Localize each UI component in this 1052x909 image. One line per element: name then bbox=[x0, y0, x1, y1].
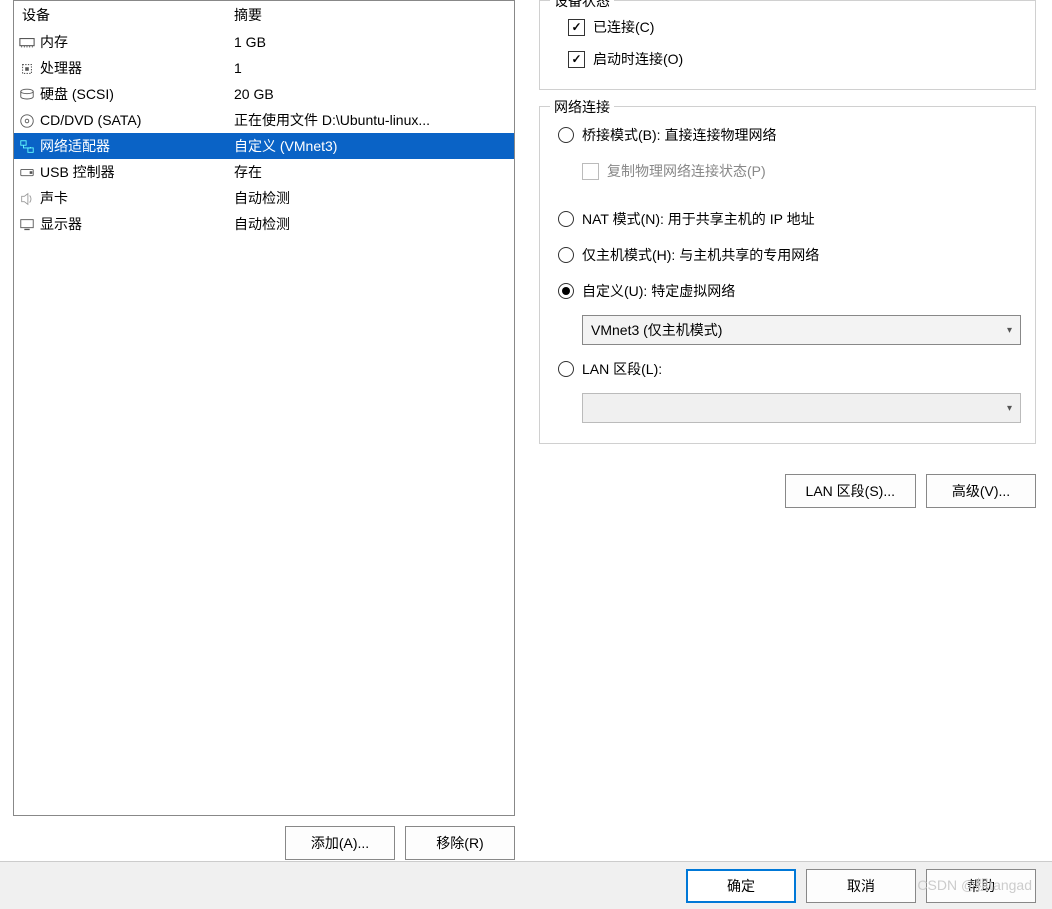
connect-at-power-checkbox[interactable] bbox=[568, 51, 585, 68]
device-row-cd[interactable]: CD/DVD (SATA)正在使用文件 D:\Ubuntu-linux... bbox=[14, 107, 514, 133]
chevron-down-icon: ▾ bbox=[1007, 403, 1012, 414]
device-row-disk[interactable]: 硬盘 (SCSI)20 GB bbox=[14, 81, 514, 107]
replicate-label: 复制物理网络连接状态(P) bbox=[607, 161, 766, 181]
custom-network-value: VMnet3 (仅主机模式) bbox=[591, 320, 722, 340]
device-summary: 20 GB bbox=[234, 86, 514, 102]
network-connection-group: 网络连接 桥接模式(B): 直接连接物理网络 复制物理网络连接状态(P) NAT… bbox=[539, 106, 1036, 444]
device-row-cpu[interactable]: 处理器1 bbox=[14, 55, 514, 81]
device-summary: 自动检测 bbox=[234, 188, 514, 208]
device-row-network[interactable]: 网络适配器自定义 (VMnet3) bbox=[14, 133, 514, 159]
usb-icon bbox=[14, 163, 40, 180]
connect-at-power-row[interactable]: 启动时连接(O) bbox=[554, 43, 1021, 75]
add-button[interactable]: 添加(A)... bbox=[285, 826, 395, 860]
device-name: USB 控制器 bbox=[40, 162, 234, 182]
right-buttons: LAN 区段(S)... 高级(V)... bbox=[539, 460, 1036, 522]
network-icon bbox=[14, 137, 40, 154]
device-summary: 1 GB bbox=[234, 34, 514, 50]
display-icon bbox=[14, 215, 40, 232]
bridged-row[interactable]: 桥接模式(B): 直接连接物理网络 bbox=[554, 117, 1021, 153]
device-list-header: 设备 摘要 bbox=[14, 1, 514, 29]
cancel-button[interactable]: 取消 bbox=[806, 869, 916, 903]
help-button[interactable]: 帮助 bbox=[926, 869, 1036, 903]
connected-checkbox[interactable] bbox=[568, 19, 585, 36]
advanced-button[interactable]: 高级(V)... bbox=[926, 474, 1036, 508]
right-panel: 设备状态 已连接(C) 启动时连接(O) 网络连接 桥接模式(B): 直接连接物… bbox=[515, 0, 1052, 860]
custom-row[interactable]: 自定义(U): 特定虚拟网络 bbox=[554, 273, 1021, 309]
device-name: 处理器 bbox=[40, 58, 234, 78]
cpu-icon bbox=[14, 59, 40, 76]
device-row-display[interactable]: 显示器自动检测 bbox=[14, 211, 514, 237]
lan-segment-label: LAN 区段(L): bbox=[582, 359, 662, 379]
nat-row[interactable]: NAT 模式(N): 用于共享主机的 IP 地址 bbox=[554, 201, 1021, 237]
device-status-group: 设备状态 已连接(C) 启动时连接(O) bbox=[539, 0, 1036, 90]
remove-button[interactable]: 移除(R) bbox=[405, 826, 515, 860]
device-summary: 自动检测 bbox=[234, 214, 514, 234]
ok-button[interactable]: 确定 bbox=[686, 869, 796, 903]
left-panel: 设备 摘要 内存1 GB处理器1硬盘 (SCSI)20 GBCD/DVD (SA… bbox=[0, 0, 515, 860]
lan-segment-select: ▾ bbox=[582, 393, 1021, 423]
device-summary: 正在使用文件 D:\Ubuntu-linux... bbox=[234, 110, 514, 130]
nat-label: NAT 模式(N): 用于共享主机的 IP 地址 bbox=[582, 209, 815, 229]
header-summary: 摘要 bbox=[234, 5, 514, 25]
connected-label: 已连接(C) bbox=[593, 17, 654, 37]
device-name: 网络适配器 bbox=[40, 136, 234, 156]
nat-radio[interactable] bbox=[558, 211, 574, 227]
bottom-bar: 确定 取消 帮助 bbox=[0, 861, 1052, 909]
sound-icon bbox=[14, 189, 40, 206]
hostonly-row[interactable]: 仅主机模式(H): 与主机共享的专用网络 bbox=[554, 237, 1021, 273]
device-summary: 1 bbox=[234, 60, 514, 76]
header-device: 设备 bbox=[14, 5, 234, 25]
hostonly-radio[interactable] bbox=[558, 247, 574, 263]
device-summary: 存在 bbox=[234, 162, 514, 182]
memory-icon bbox=[14, 33, 40, 50]
device-name: 显示器 bbox=[40, 214, 234, 234]
disk-icon bbox=[14, 85, 40, 102]
device-list: 设备 摘要 内存1 GB处理器1硬盘 (SCSI)20 GBCD/DVD (SA… bbox=[13, 0, 515, 816]
device-name: CD/DVD (SATA) bbox=[40, 112, 234, 128]
connected-row[interactable]: 已连接(C) bbox=[554, 11, 1021, 43]
device-summary: 自定义 (VMnet3) bbox=[234, 136, 514, 156]
lan-segment-radio[interactable] bbox=[558, 361, 574, 377]
custom-network-select[interactable]: VMnet3 (仅主机模式) ▾ bbox=[582, 315, 1021, 345]
device-status-title: 设备状态 bbox=[550, 0, 614, 11]
device-row-usb[interactable]: USB 控制器存在 bbox=[14, 159, 514, 185]
left-buttons: 添加(A)... 移除(R) bbox=[13, 816, 515, 860]
chevron-down-icon: ▾ bbox=[1007, 325, 1012, 336]
custom-label: 自定义(U): 特定虚拟网络 bbox=[582, 281, 735, 301]
device-row-sound[interactable]: 声卡自动检测 bbox=[14, 185, 514, 211]
network-connection-title: 网络连接 bbox=[550, 97, 614, 117]
cd-icon bbox=[14, 111, 40, 128]
bridged-label: 桥接模式(B): 直接连接物理网络 bbox=[582, 125, 776, 145]
connect-at-power-label: 启动时连接(O) bbox=[593, 49, 683, 69]
lan-segment-row[interactable]: LAN 区段(L): bbox=[554, 351, 1021, 387]
replicate-row: 复制物理网络连接状态(P) bbox=[554, 153, 1021, 189]
lan-segments-button[interactable]: LAN 区段(S)... bbox=[785, 474, 916, 508]
hostonly-label: 仅主机模式(H): 与主机共享的专用网络 bbox=[582, 245, 819, 265]
device-name: 硬盘 (SCSI) bbox=[40, 84, 234, 104]
bridged-radio[interactable] bbox=[558, 127, 574, 143]
device-row-memory[interactable]: 内存1 GB bbox=[14, 29, 514, 55]
device-name: 内存 bbox=[40, 32, 234, 52]
device-name: 声卡 bbox=[40, 188, 234, 208]
replicate-checkbox bbox=[582, 163, 599, 180]
custom-radio[interactable] bbox=[558, 283, 574, 299]
